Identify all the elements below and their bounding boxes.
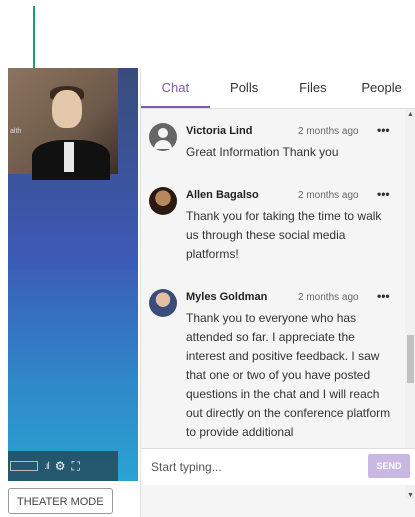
message-time: 2 months ago [298, 126, 359, 137]
volume-bar[interactable] [10, 461, 38, 471]
message-text: Thank you to everyone who has attended s… [186, 311, 391, 439]
tab-chat[interactable]: Chat [141, 68, 210, 108]
message-list[interactable]: Victoria Lind 2 months ago ••• Great Inf… [141, 109, 405, 487]
video-player[interactable]: alth .ıl ⚙ ⛶ [8, 68, 138, 481]
scroll-up-icon[interactable]: ▲ [407, 111, 414, 118]
message-text: Great Information Thank you [186, 145, 339, 159]
signal-strength-icon: .ıl [44, 460, 50, 472]
more-options-icon[interactable]: ••• [377, 123, 390, 137]
scrollbar[interactable]: ▲ ▼ [405, 109, 415, 499]
message-time: 2 months ago [298, 190, 359, 201]
message-time: 2 months ago [298, 292, 359, 303]
send-button[interactable]: SEND [368, 454, 410, 478]
gear-icon[interactable]: ⚙ [55, 459, 66, 473]
camera-name-tag: alth [10, 128, 22, 135]
message-text: Thank you for taking the time to walk us… [186, 209, 382, 261]
message-author: Myles Goldman [186, 291, 268, 303]
message-author: Allen Bagalso [186, 189, 259, 201]
video-controls: .ıl ⚙ ⛶ [8, 451, 118, 481]
chat-input[interactable] [149, 455, 363, 479]
more-options-icon[interactable]: ••• [377, 187, 390, 201]
fullscreen-icon[interactable]: ⛶ [72, 459, 80, 474]
tab-files[interactable]: Files [279, 68, 348, 108]
tab-polls[interactable]: Polls [210, 68, 279, 108]
avatar [149, 289, 177, 317]
scroll-down-icon[interactable]: ▼ [407, 492, 414, 499]
avatar [149, 123, 177, 151]
theater-mode-button[interactable]: THEATER MODE [8, 488, 113, 514]
chat-panel: Chat Polls Files People Victoria Lind 2 … [140, 68, 415, 517]
panel-tabs: Chat Polls Files People [141, 68, 415, 109]
tab-people[interactable]: People [347, 68, 415, 108]
message-composer: SEND [141, 448, 415, 485]
message-author: Victoria Lind [186, 125, 253, 137]
avatar [149, 187, 177, 215]
scrollbar-thumb[interactable] [407, 335, 414, 383]
more-options-icon[interactable]: ••• [377, 289, 390, 303]
speaker-camera-feed: alth [8, 68, 118, 180]
